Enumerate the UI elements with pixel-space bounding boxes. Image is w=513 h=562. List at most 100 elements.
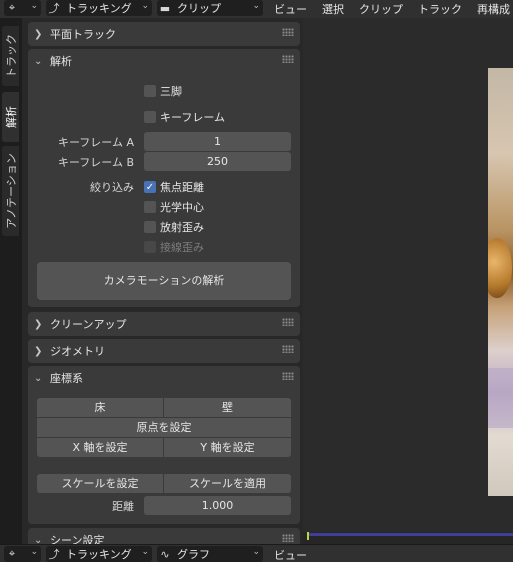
- menu-track[interactable]: トラック: [418, 1, 462, 17]
- tab-annotation[interactable]: アノテーション: [2, 146, 19, 236]
- keyframe-a-label: キーフレーム A: [57, 136, 134, 149]
- mode-selector[interactable]: ⤴ トラッキング ⌄: [46, 0, 152, 16]
- panel-solve-body: 三脚 キーフレーム キーフレーム A 1 キーフレーム B 250 絞り込み ✓…: [28, 73, 300, 307]
- clip-image-cloth: [488, 368, 513, 428]
- distance-label: 距離: [112, 500, 134, 513]
- mode-selector[interactable]: ⤴ トラッキング ⌄: [46, 546, 152, 562]
- keyframe-b-field[interactable]: 250: [144, 152, 291, 171]
- checkbox-box[interactable]: [144, 111, 156, 123]
- menu-view[interactable]: ビュー: [274, 547, 307, 562]
- panel-orientation-header[interactable]: ⌄ 座標系: [28, 366, 300, 390]
- chevron-down-icon: ⌄: [34, 534, 43, 545]
- keyframe-b-label: キーフレーム B: [57, 156, 134, 169]
- optical-center-label: 光学中心: [160, 201, 204, 214]
- radial-distortion-checkbox[interactable]: 放射歪み: [144, 219, 204, 235]
- checkbox-box[interactable]: [144, 85, 156, 97]
- drag-grip-icon[interactable]: [282, 345, 294, 353]
- top-header: ⌖ ⌄ ⤴ トラッキング ⌄ ▬ クリップ ⌄ ビュー 選択 クリップ トラック…: [0, 0, 513, 18]
- radial-distortion-label: 放射歪み: [160, 221, 204, 234]
- mode-label: トラッキング: [66, 548, 132, 561]
- keyframe-label: キーフレーム: [160, 111, 226, 124]
- tripod-checkbox[interactable]: 三脚: [144, 83, 182, 99]
- clip-icon: ▬: [159, 1, 171, 15]
- panel-geometry-header[interactable]: ❯ ジオメトリ: [28, 339, 300, 363]
- movie-clip-frame[interactable]: [488, 68, 513, 496]
- panel-scene-setup-title: シーン設定: [50, 534, 105, 544]
- tab-annotation-label: アノテーション: [4, 153, 18, 229]
- clip-timeline[interactable]: [303, 532, 513, 544]
- set-wall-button[interactable]: 壁: [164, 398, 291, 417]
- menu-select[interactable]: 選択: [322, 1, 344, 17]
- tab-track[interactable]: トラック: [2, 26, 19, 86]
- drag-grip-icon[interactable]: [282, 534, 294, 542]
- set-x-axis-button[interactable]: X 軸を設定: [37, 438, 163, 457]
- panel-solve-title: 解析: [50, 55, 72, 68]
- view-type-label: クリップ: [177, 2, 221, 15]
- chevron-down-icon: ⌄: [30, 547, 38, 557]
- keyframe-a-field[interactable]: 1: [144, 132, 291, 151]
- tangential-distortion-checkbox: 接線歪み: [144, 239, 204, 255]
- set-scale-button[interactable]: スケールを設定: [37, 474, 163, 493]
- view-type-label: グラフ: [177, 548, 210, 561]
- tripod-label: 三脚: [160, 85, 182, 98]
- drag-grip-icon[interactable]: [282, 28, 294, 36]
- distance-field[interactable]: 1.000: [144, 496, 291, 515]
- tab-solve[interactable]: 解析: [2, 92, 19, 142]
- set-origin-button[interactable]: 原点を設定: [37, 418, 291, 437]
- menu-reconstruction[interactable]: 再構成: [477, 1, 510, 17]
- current-frame-marker[interactable]: [307, 532, 309, 540]
- focal-length-checkbox[interactable]: ✓ 焦点距離: [144, 179, 204, 195]
- checkbox-box[interactable]: [144, 221, 156, 233]
- set-floor-button[interactable]: 床: [37, 398, 163, 417]
- view-type-selector[interactable]: ▬ クリップ ⌄: [157, 0, 263, 16]
- chevron-down-icon: ⌄: [30, 1, 38, 11]
- panel-orientation-title: 座標系: [50, 372, 83, 385]
- panel-cleanup-title: クリーンアップ: [50, 318, 127, 331]
- view-type-selector[interactable]: ∿ グラフ ⌄: [157, 546, 263, 562]
- chevron-right-icon: ❯: [34, 28, 43, 40]
- checkbox-box[interactable]: [144, 201, 156, 213]
- bottom-header: ⌖ ⌄ ⤴ トラッキング ⌄ ∿ グラフ ⌄ ビュー: [0, 544, 513, 562]
- transform-pivot-selector[interactable]: ⌖ ⌄: [4, 546, 41, 562]
- refine-label: 絞り込み: [90, 181, 134, 194]
- chevron-down-icon: ⌄: [141, 1, 149, 11]
- panel-solve-header[interactable]: ⌄ 解析: [28, 49, 300, 73]
- panel-scene-setup-header[interactable]: ⌄ シーン設定: [28, 528, 300, 544]
- tracking-mode-icon: ⤴: [48, 548, 60, 561]
- panel-plane-track-header[interactable]: ❯ 平面トラック: [28, 22, 300, 46]
- chevron-down-icon: ⌄: [252, 547, 260, 557]
- chevron-right-icon: ❯: [34, 318, 43, 330]
- drag-grip-icon[interactable]: [282, 318, 294, 326]
- cache-bar: [309, 533, 513, 536]
- apply-scale-button[interactable]: スケールを適用: [164, 474, 291, 493]
- drag-grip-icon[interactable]: [282, 372, 294, 380]
- tracking-mode-icon: ⤴: [48, 2, 60, 15]
- clip-viewport[interactable]: [303, 18, 513, 544]
- optical-center-checkbox[interactable]: 光学中心: [144, 199, 204, 215]
- solve-camera-motion-button[interactable]: カメラモーションの解析: [37, 262, 291, 300]
- checkmark-icon[interactable]: ✓: [144, 181, 156, 193]
- chevron-down-icon: ⌄: [252, 1, 260, 11]
- chevron-right-icon: ❯: [34, 345, 43, 357]
- menu-clip[interactable]: クリップ: [359, 1, 403, 17]
- focal-length-label: 焦点距離: [160, 181, 204, 194]
- keyframe-checkbox[interactable]: キーフレーム: [144, 109, 225, 125]
- chevron-down-icon: ⌄: [34, 55, 43, 67]
- panel-plane-track-title: 平面トラック: [50, 28, 116, 41]
- sidebar-tabs: トラック 解析 アノテーション: [0, 18, 22, 544]
- panel-geometry-title: ジオメトリ: [50, 345, 105, 358]
- menu-view[interactable]: ビュー: [274, 1, 307, 17]
- mode-label: トラッキング: [66, 2, 132, 15]
- chevron-down-icon: ⌄: [34, 372, 43, 384]
- panel-cleanup-header[interactable]: ❯ クリーンアップ: [28, 312, 300, 336]
- drag-grip-icon[interactable]: [282, 55, 294, 63]
- crosshair-icon: ⌖: [8, 547, 16, 560]
- tab-solve-label: 解析: [4, 106, 18, 128]
- checkbox-box: [144, 241, 156, 253]
- clip-image-bowl: [488, 238, 512, 298]
- set-y-axis-button[interactable]: Y 軸を設定: [164, 438, 291, 457]
- transform-pivot-selector[interactable]: ⌖ ⌄: [4, 0, 41, 16]
- chevron-down-icon: ⌄: [141, 547, 149, 557]
- tab-track-label: トラック: [4, 34, 18, 78]
- graph-icon: ∿: [160, 547, 170, 561]
